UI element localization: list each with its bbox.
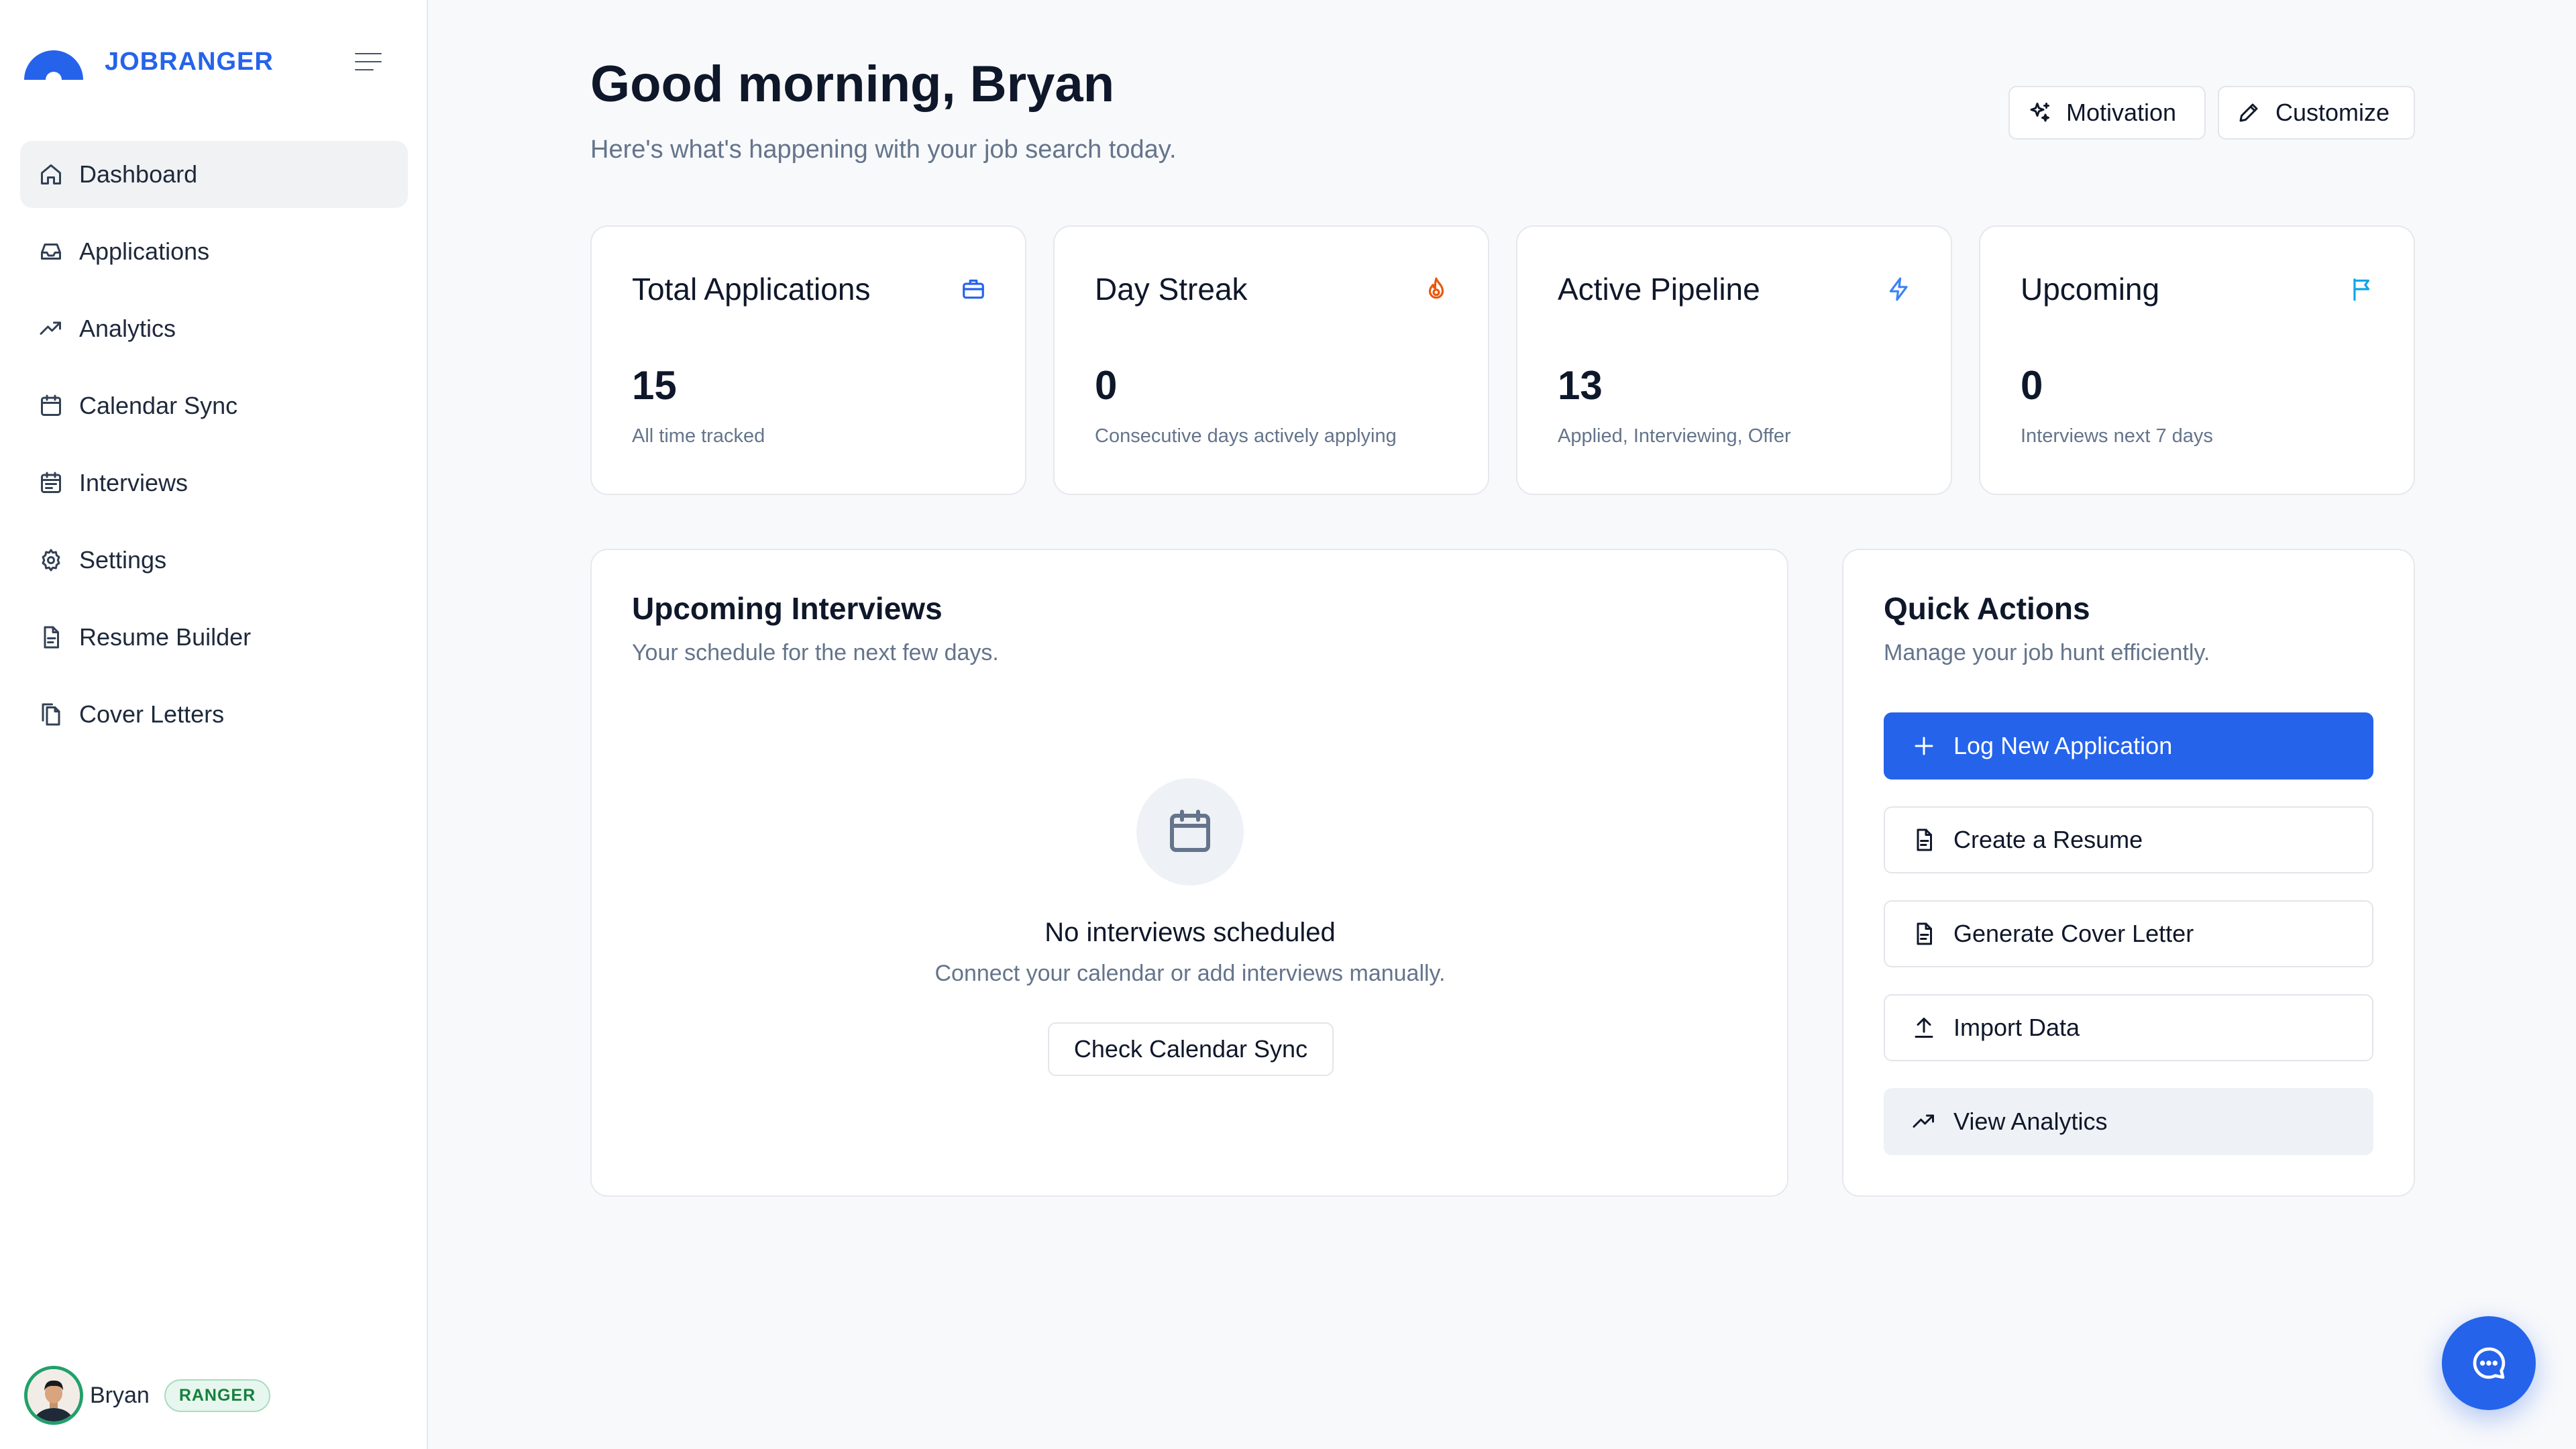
inbox-icon bbox=[41, 244, 61, 260]
card-title: Upcoming Interviews bbox=[632, 591, 943, 626]
menu-toggle-icon[interactable] bbox=[352, 48, 385, 75]
upload-icon bbox=[1915, 1018, 1933, 1038]
stat-card-upcoming[interactable]: Upcoming 0 Interviews next 7 days bbox=[1979, 225, 2415, 495]
user-profile[interactable]: Bryan RANGER bbox=[24, 1366, 271, 1425]
import-data-button[interactable]: Import Data bbox=[1884, 994, 2373, 1061]
calendar-icon bbox=[41, 394, 61, 416]
flag-icon bbox=[2353, 278, 2370, 301]
create-resume-button[interactable]: Create a Resume bbox=[1884, 806, 2373, 873]
generate-cover-letter-button[interactable]: Generate Cover Letter bbox=[1884, 900, 2373, 967]
check-calendar-sync-button[interactable]: Check Calendar Sync bbox=[1048, 1022, 1334, 1076]
stat-value: 0 bbox=[1095, 363, 1118, 408]
sidebar-item-resume-builder[interactable]: Resume Builder bbox=[20, 604, 408, 671]
view-analytics-button[interactable]: View Analytics bbox=[1884, 1088, 2373, 1155]
logo-icon bbox=[24, 50, 83, 80]
customize-button[interactable]: Customize bbox=[2218, 86, 2415, 140]
document-icon bbox=[1917, 828, 1932, 851]
briefcase-icon bbox=[963, 279, 984, 299]
stat-desc: All time tracked bbox=[632, 425, 765, 447]
chat-bubble-icon bbox=[2473, 1347, 2506, 1379]
stat-value: 0 bbox=[2021, 363, 2043, 408]
stat-desc: Applied, Interviewing, Offer bbox=[1558, 425, 1791, 447]
sidebar-item-dashboard[interactable]: Dashboard bbox=[20, 141, 408, 208]
stat-title: Day Streak bbox=[1095, 272, 1248, 307]
brand[interactable]: JOBRANGER bbox=[23, 42, 274, 82]
button-label: Generate Cover Letter bbox=[1953, 920, 2194, 947]
documents-icon bbox=[42, 703, 60, 726]
stat-desc: Interviews next 7 days bbox=[2021, 425, 2213, 447]
trending-up-icon bbox=[40, 321, 61, 335]
stat-card-day-streak[interactable]: Day Streak 0 Consecutive days actively a… bbox=[1053, 225, 1489, 495]
customize-label: Customize bbox=[2275, 99, 2390, 126]
stat-desc: Consecutive days actively applying bbox=[1095, 425, 1397, 447]
flame-icon bbox=[1428, 277, 1444, 299]
stat-card-total-applications[interactable]: Total Applications 15 All time tracked bbox=[590, 225, 1026, 495]
sidebar-item-applications[interactable]: Applications bbox=[20, 218, 408, 285]
status-badge: RANGER bbox=[164, 1379, 271, 1412]
card-title: Quick Actions bbox=[1884, 591, 2090, 626]
stat-value: 13 bbox=[1558, 363, 1603, 408]
log-new-application-button[interactable]: Log New Application bbox=[1884, 712, 2373, 780]
empty-state-title: No interviews scheduled bbox=[1044, 918, 1336, 947]
lightning-icon bbox=[1889, 277, 1908, 301]
button-label: Import Data bbox=[1953, 1014, 2080, 1041]
page-subtitle: Here's what's happening with your job se… bbox=[590, 136, 1177, 164]
sidebar-item-calendar-sync[interactable]: Calendar Sync bbox=[20, 372, 408, 439]
stat-title: Upcoming bbox=[2021, 272, 2160, 307]
sidebar-item-label: Calendar Sync bbox=[79, 392, 238, 419]
sidebar-item-label: Interviews bbox=[79, 469, 189, 496]
sidebar: JOBRANGER Dashboard Applications Analyti… bbox=[0, 0, 428, 1449]
sidebar-item-label: Applications bbox=[79, 237, 210, 265]
user-name: Bryan bbox=[90, 1382, 150, 1408]
calendar-icon bbox=[1170, 810, 1210, 852]
document-icon bbox=[1917, 922, 1932, 945]
brand-name: JOBRANGER bbox=[105, 47, 274, 76]
plus-icon bbox=[1915, 737, 1933, 755]
card-subtitle: Manage your job hunt efficiently. bbox=[1884, 640, 2210, 665]
gear-icon bbox=[42, 549, 60, 572]
sparkles-icon bbox=[2030, 103, 2049, 122]
button-label: View Analytics bbox=[1953, 1108, 2108, 1135]
sidebar-nav: Dashboard Applications Analytics Calenda… bbox=[20, 141, 408, 758]
stat-title: Active Pipeline bbox=[1558, 272, 1760, 307]
page-title: Good morning, Bryan bbox=[590, 56, 1115, 113]
button-label: Create a Resume bbox=[1953, 826, 2143, 853]
sidebar-item-analytics[interactable]: Analytics bbox=[20, 295, 408, 362]
sidebar-item-settings[interactable]: Settings bbox=[20, 527, 408, 594]
stat-title: Total Applications bbox=[632, 272, 871, 307]
sidebar-item-label: Settings bbox=[79, 546, 167, 574]
motivation-label: Motivation bbox=[2066, 99, 2177, 126]
motivation-button[interactable]: Motivation bbox=[2008, 86, 2206, 140]
quick-actions-card: Quick Actions Manage your job hunt effic… bbox=[1842, 549, 2415, 1197]
home-icon bbox=[41, 164, 61, 184]
sidebar-item-label: Resume Builder bbox=[79, 623, 252, 651]
card-subtitle: Your schedule for the next few days. bbox=[632, 640, 999, 665]
sidebar-item-label: Cover Letters bbox=[79, 700, 225, 728]
calendar-list-icon bbox=[41, 472, 61, 493]
document-icon bbox=[44, 626, 59, 649]
upcoming-interviews-card: Upcoming Interviews Your schedule for th… bbox=[590, 549, 1788, 1197]
avatar bbox=[24, 1366, 83, 1425]
pencil-icon bbox=[2239, 103, 2258, 122]
sidebar-item-label: Analytics bbox=[79, 315, 176, 342]
button-label: Log New Application bbox=[1953, 732, 2173, 759]
stat-card-active-pipeline[interactable]: Active Pipeline 13 Applied, Interviewing… bbox=[1516, 225, 1952, 495]
chat-button[interactable] bbox=[2442, 1316, 2536, 1410]
sidebar-item-interviews[interactable]: Interviews bbox=[20, 449, 408, 517]
stat-value: 15 bbox=[632, 363, 677, 408]
empty-state-icon bbox=[1136, 778, 1244, 885]
stats-row: Total Applications 15 All time tracked D… bbox=[590, 225, 2415, 495]
sidebar-item-label: Dashboard bbox=[79, 160, 198, 188]
sidebar-item-cover-letters[interactable]: Cover Letters bbox=[20, 681, 408, 748]
trending-up-icon bbox=[1913, 1114, 1934, 1128]
empty-state-subtitle: Connect your calendar or add interviews … bbox=[934, 961, 1446, 986]
